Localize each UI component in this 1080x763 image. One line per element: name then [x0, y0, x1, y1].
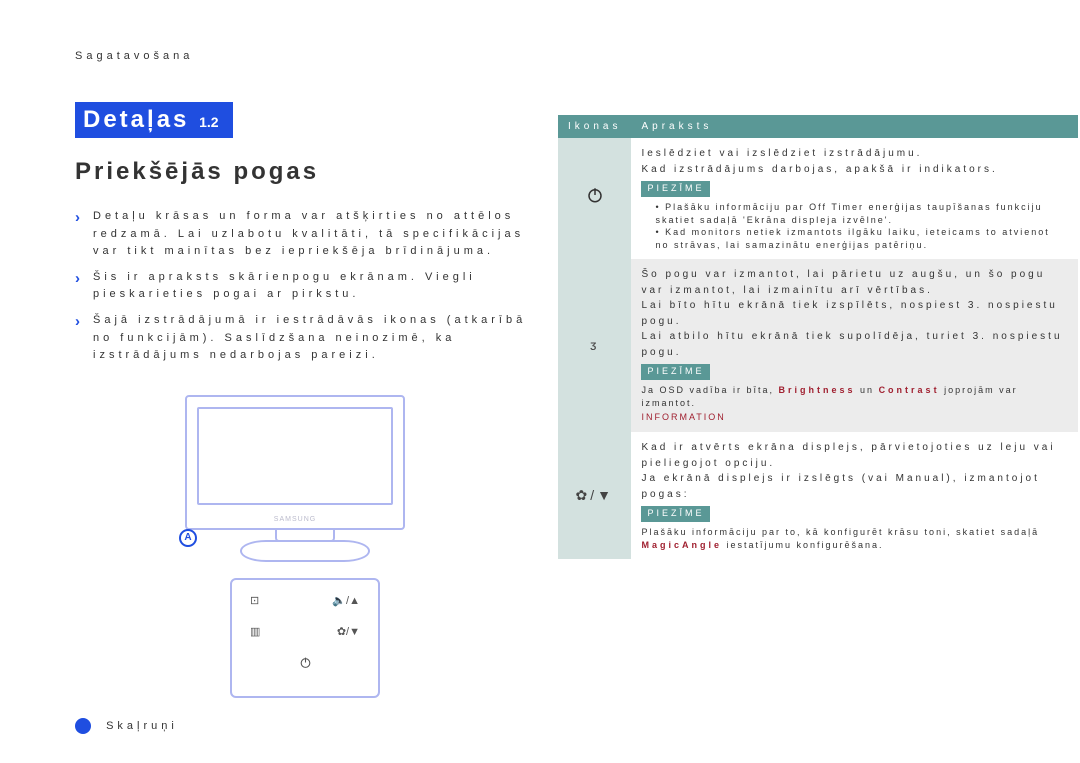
brand-text: SAMSUNG [274, 516, 316, 523]
note-line: Kad monitors netiek izmantots ilgāku lai… [655, 226, 1068, 251]
information-line: INFORMATION [641, 411, 1068, 424]
desc-line: Kad izstrādājums darbojas, apakšā ir ind… [641, 162, 1068, 178]
note-tag: PIEZĪME [641, 506, 710, 522]
bullet-list: Detaļu krāsas un forma var atšķirties no… [75, 208, 545, 365]
volume-up-icon: 🔈/▲ [332, 594, 360, 607]
desc-line: Ieslēdziet vai izslēdziet izstrādājumu. [641, 146, 1068, 162]
note-line: Plašāku informāciju par to, kā konfigurē… [641, 526, 1068, 551]
desc-line: Šo pogu var izmantot, lai pārietu uz aug… [641, 267, 1068, 298]
col-desc: Apraksts [631, 115, 1078, 138]
note-line: Plašāku informāciju par Off Timer enerģi… [655, 201, 1068, 226]
t: un [860, 385, 879, 395]
section-title: Priekšējās pogas [75, 158, 545, 186]
t: iestatījumu konfigurēšana. [727, 540, 884, 550]
page-title-text: Detaļas [83, 106, 189, 133]
table-row: ✿/▼ Kad ir atvērts ekrāna displejs, pārv… [558, 432, 1078, 559]
desc-line: Lai atbilo hītu ekrānā tiek supolīdēja, … [641, 329, 1068, 360]
desc-line: Ja ekrānā displejs ir izslēgts (vai Manu… [641, 471, 1068, 502]
info-table: Ikonas Apraksts Ieslēdziet vai izslēdzie… [558, 115, 1078, 559]
bullet-item: Šajā izstrādājumā ir iestrādāvās ikonas … [75, 312, 545, 365]
power-icon [586, 186, 604, 204]
col-icons: Ikonas [558, 115, 631, 138]
monitor-figure: SAMSUNG A ⊡ 🔈/▲ ▥ ✿/▼ [185, 395, 425, 698]
desc-cell: Ieslēdziet vai izslēdziet izstrādājumu. … [631, 138, 1078, 259]
angle-down-icon: ✿/▼ [337, 625, 360, 638]
desc-cell: Šo pogu var izmantot, lai pārietu uz aug… [631, 259, 1078, 432]
desc-line: Kad ir atvērts ekrāna displejs, pārvieto… [641, 440, 1068, 471]
button-panel: ⊡ 🔈/▲ ▥ ✿/▼ [230, 578, 380, 698]
monitor-screen [197, 407, 393, 505]
bullet-item: Šis ir apraksts skārienpogu ekrānam. Vie… [75, 269, 545, 304]
power-icon [299, 656, 312, 669]
desc-line: Lai bīto hītu ekrānā tiek izspīlēts, nos… [641, 298, 1068, 329]
highlight-magicangle: MagicAngle [641, 540, 722, 550]
speaker-label-row: Skaļruņi [75, 718, 545, 734]
note-tag: PIEZĪME [641, 181, 710, 197]
desc-cell: Kad ir atvērts ekrāna displejs, pārvieto… [631, 432, 1078, 559]
icon-cell-angle: ✿/▼ [558, 432, 631, 559]
left-column: Detaļas 1.2 Priekšējās pogas Detaļu krās… [75, 102, 545, 734]
speaker-label: Skaļruņi [106, 720, 178, 732]
marker-a: A [179, 529, 197, 547]
info-table-wrapper: Ikonas Apraksts Ieslēdziet vai izslēdzie… [558, 115, 1078, 559]
table-row: ᴣ Šo pogu var izmantot, lai pārietu uz a… [558, 259, 1078, 432]
monitor-body: SAMSUNG [185, 395, 405, 530]
icon-cell-power [558, 138, 631, 259]
t: Ja OSD vadība ir bīta, [641, 385, 778, 395]
highlight-contrast: Contrast [879, 385, 940, 395]
table-row: Ieslēdziet vai izslēdziet izstrādājumu. … [558, 138, 1078, 259]
highlight-brightness: Brightness [779, 385, 856, 395]
t: Plašāku informāciju par to, kā konfigurē… [641, 527, 1039, 537]
icon-cell-three: ᴣ [558, 259, 631, 432]
marker-b [75, 718, 91, 734]
menu-icon: ▥ [250, 625, 260, 638]
bullet-item: Detaļu krāsas un forma var atšķirties no… [75, 208, 545, 261]
note-tag: PIEZĪME [641, 364, 710, 380]
page-title: Detaļas 1.2 [75, 102, 233, 138]
chapter-heading: Sagatavošana [75, 50, 1080, 62]
table-header-row: Ikonas Apraksts [558, 115, 1078, 138]
source-icon: ⊡ [250, 594, 259, 607]
note-line: Ja OSD vadība ir bīta, Brightness un Con… [641, 384, 1068, 409]
monitor-base [240, 540, 370, 562]
